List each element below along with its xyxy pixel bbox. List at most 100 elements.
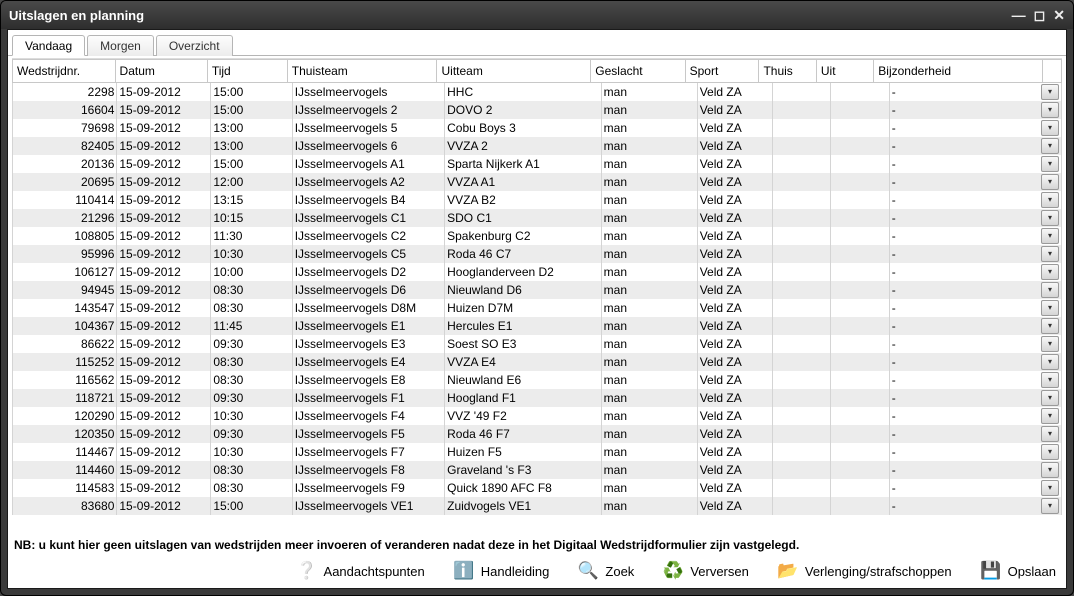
cell-uitteam[interactable]: Graveland 's F3 [445,461,602,479]
cell-uitteam[interactable]: Soest SO E3 [445,335,602,353]
cell-thuisteam[interactable]: IJsselmeervogels F4 [292,407,444,425]
cell-datum[interactable]: 15-09-2012 [117,227,211,245]
cell-uitteam[interactable]: DOVO 2 [445,101,602,119]
table-row[interactable]: 9494515-09-201208:30IJsselmeervogels D6N… [13,281,1062,299]
table-row[interactable]: 2069515-09-201212:00IJsselmeervogels A2V… [13,173,1062,191]
cell-geslacht[interactable]: man [601,281,697,299]
cell-thuisteam[interactable]: IJsselmeervogels D2 [292,263,444,281]
cell-bijzonderheid[interactable]: -▾ [889,461,1061,479]
chevron-down-icon[interactable]: ▾ [1041,300,1059,316]
cell-geslacht[interactable]: man [601,299,697,317]
cell-thuisteam[interactable]: IJsselmeervogels E8 [292,371,444,389]
cell-datum[interactable]: 15-09-2012 [117,479,211,497]
cell-sport[interactable]: Veld ZA [697,209,772,227]
cell-datum[interactable]: 15-09-2012 [117,245,211,263]
chevron-down-icon[interactable]: ▾ [1041,282,1059,298]
cell-thuis[interactable] [772,479,830,497]
table-row[interactable]: 11041415-09-201213:15IJsselmeervogels B4… [13,191,1062,209]
cell-tijd[interactable]: 13:15 [211,191,292,209]
table-row[interactable]: 8240515-09-201213:00IJsselmeervogels 6VV… [13,137,1062,155]
tab-vandaag[interactable]: Vandaag [12,35,85,56]
cell-thuisteam[interactable]: IJsselmeervogels F1 [292,389,444,407]
cell-thuis[interactable] [772,389,830,407]
cell-bijzonderheid[interactable]: -▾ [889,263,1061,281]
cell-thuisteam[interactable]: IJsselmeervogels F9 [292,479,444,497]
col-datum[interactable]: Datum [115,60,207,83]
cell-thuisteam[interactable]: IJsselmeervogels A1 [292,155,444,173]
cell-wedstrijdnr[interactable]: 118721 [13,389,117,407]
cell-bijzonderheid[interactable]: -▾ [889,497,1061,515]
cell-bijzonderheid[interactable]: -▾ [889,137,1061,155]
cell-geslacht[interactable]: man [601,353,697,371]
cell-sport[interactable]: Veld ZA [697,245,772,263]
table-row[interactable]: 12035015-09-201209:30IJsselmeervogels F5… [13,425,1062,443]
chevron-down-icon[interactable]: ▾ [1041,318,1059,334]
cell-bijzonderheid[interactable]: -▾ [889,353,1061,371]
cell-sport[interactable]: Veld ZA [697,461,772,479]
chevron-down-icon[interactable]: ▾ [1041,336,1059,352]
cell-sport[interactable]: Veld ZA [697,443,772,461]
chevron-down-icon[interactable]: ▾ [1041,354,1059,370]
chevron-down-icon[interactable]: ▾ [1041,174,1059,190]
col-wedstrijdnr[interactable]: Wedstrijdnr. [13,60,116,83]
chevron-down-icon[interactable]: ▾ [1041,480,1059,496]
cell-datum[interactable]: 15-09-2012 [117,101,211,119]
col-bijzonderheid[interactable]: Bijzonderheid [874,60,1043,83]
cell-tijd[interactable]: 12:00 [211,173,292,191]
cell-uitteam[interactable]: Roda 46 F7 [445,425,602,443]
cell-bijzonderheid[interactable]: -▾ [889,479,1061,497]
minimize-button[interactable]: — [1012,7,1026,23]
cell-uitteam[interactable]: Huizen D7M [445,299,602,317]
cell-thuis[interactable] [772,353,830,371]
cell-datum[interactable]: 15-09-2012 [117,191,211,209]
cell-sport[interactable]: Veld ZA [697,263,772,281]
cell-geslacht[interactable]: man [601,389,697,407]
cell-uit[interactable] [831,263,889,281]
chevron-down-icon[interactable]: ▾ [1041,372,1059,388]
cell-thuis[interactable] [772,281,830,299]
cell-uitteam[interactable]: Spakenburg C2 [445,227,602,245]
cell-wedstrijdnr[interactable]: 114467 [13,443,117,461]
table-row[interactable]: 11446015-09-201208:30IJsselmeervogels F8… [13,461,1062,479]
cell-datum[interactable]: 15-09-2012 [117,155,211,173]
cell-thuis[interactable] [772,101,830,119]
verlenging-button[interactable]: 📂 Verlenging/strafschoppen [777,560,952,582]
cell-geslacht[interactable]: man [601,497,697,515]
cell-thuis[interactable] [772,443,830,461]
maximize-button[interactable]: ◻ [1034,7,1046,24]
cell-sport[interactable]: Veld ZA [697,119,772,137]
cell-thuis[interactable] [772,425,830,443]
cell-bijzonderheid[interactable]: -▾ [889,245,1061,263]
cell-wedstrijdnr[interactable]: 21296 [13,209,117,227]
table-row[interactable]: 11446715-09-201210:30IJsselmeervogels F7… [13,443,1062,461]
cell-geslacht[interactable]: man [601,83,697,101]
cell-datum[interactable]: 15-09-2012 [117,371,211,389]
cell-uit[interactable] [831,155,889,173]
cell-thuis[interactable] [772,245,830,263]
cell-thuisteam[interactable]: IJsselmeervogels D6 [292,281,444,299]
chevron-down-icon[interactable]: ▾ [1041,264,1059,280]
cell-datum[interactable]: 15-09-2012 [117,425,211,443]
cell-thuis[interactable] [772,263,830,281]
cell-geslacht[interactable]: man [601,371,697,389]
cell-datum[interactable]: 15-09-2012 [117,137,211,155]
cell-thuisteam[interactable]: IJsselmeervogels 2 [292,101,444,119]
cell-thuisteam[interactable]: IJsselmeervogels 5 [292,119,444,137]
chevron-down-icon[interactable]: ▾ [1041,84,1059,100]
grid-scroll[interactable]: 229815-09-201215:00IJsselmeervogelsHHCma… [12,83,1062,532]
cell-tijd[interactable]: 08:30 [211,299,292,317]
cell-geslacht[interactable]: man [601,407,697,425]
cell-geslacht[interactable]: man [601,425,697,443]
cell-uitteam[interactable]: Huizen F5 [445,443,602,461]
cell-uitteam[interactable]: Nieuwland D6 [445,281,602,299]
cell-thuis[interactable] [772,227,830,245]
zoek-button[interactable]: 🔍 Zoek [577,560,634,582]
chevron-down-icon[interactable]: ▾ [1041,408,1059,424]
cell-datum[interactable]: 15-09-2012 [117,497,211,515]
cell-thuis[interactable] [772,461,830,479]
cell-sport[interactable]: Veld ZA [697,227,772,245]
cell-thuisteam[interactable]: IJsselmeervogels B4 [292,191,444,209]
cell-uit[interactable] [831,461,889,479]
col-thuisteam[interactable]: Thuisteam [287,60,437,83]
cell-uitteam[interactable]: HHC [445,83,602,101]
